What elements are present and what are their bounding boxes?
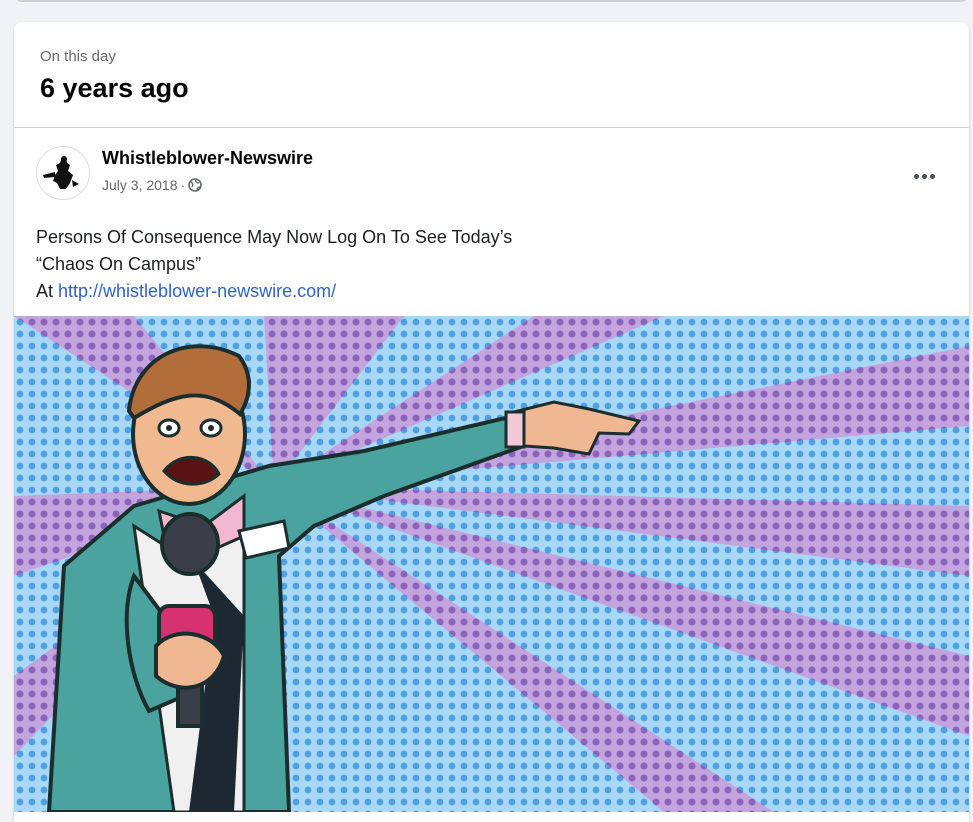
memory-title: 6 years ago: [40, 73, 189, 103]
previous-card-edge: [14, 0, 969, 2]
post-image[interactable]: [14, 316, 969, 812]
author-avatar[interactable]: [36, 146, 90, 200]
more-dot: [929, 173, 935, 179]
post-header: Whistleblower-Newswire July 3, 2018 ·: [14, 128, 969, 206]
post-message: Persons Of Consequence May Now Log On To…: [14, 206, 969, 306]
post-text-line-3: At http://whistleblower-newswire.com/: [36, 278, 947, 305]
avatar-logo-icon: [37, 147, 89, 199]
post-link-prefix: At: [36, 281, 59, 301]
post-meta: July 3, 2018 ·: [102, 177, 202, 193]
post-text-line-2: “Chaos On Campus”: [36, 254, 202, 274]
more-dot: [921, 173, 927, 179]
meta-separator: ·: [180, 177, 186, 193]
author-name[interactable]: Whistleblower-Newswire: [102, 148, 313, 169]
memory-header: On this day 6 years ago: [14, 22, 969, 128]
post-date[interactable]: July 3, 2018: [102, 177, 178, 193]
memory-kicker: On this day: [40, 48, 116, 65]
post-text-line-1: Persons Of Consequence May Now Log On To…: [36, 227, 513, 247]
more-dot: [913, 173, 919, 179]
memory-card: On this day 6 years ago Whistleblower-Ne…: [14, 22, 969, 822]
pop-art-reporter-image: [14, 316, 969, 812]
more-options-icon[interactable]: [909, 168, 939, 184]
post-link[interactable]: http://whistleblower-newswire.com/: [58, 281, 336, 301]
globe-icon[interactable]: [188, 178, 202, 192]
